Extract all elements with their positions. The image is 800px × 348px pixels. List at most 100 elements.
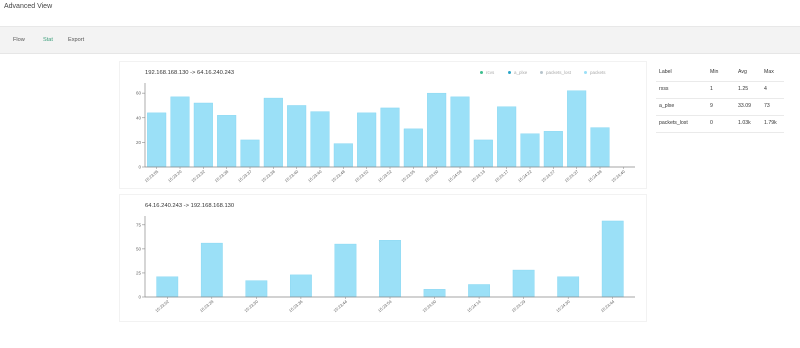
bar: [170, 96, 190, 168]
stats-cell: 0: [710, 120, 713, 126]
x-tick-label: 15:23:54: [377, 299, 393, 314]
bar-chart-inbound: 0 25 50 75 15:23:02 15:23:28 15:23:30 15:23:36 1…: [136, 216, 635, 314]
stats-cell: 33.09: [738, 103, 751, 109]
bar: [334, 243, 357, 298]
tab-bar: Flow Stat Export: [0, 26, 800, 54]
y-tick-label: 50: [136, 246, 142, 251]
stats-header-row: Label Min Avg Max: [656, 65, 784, 82]
stats-cell: 1.79k: [764, 120, 777, 126]
stats-row: a_plxe 9 33.09 73: [656, 99, 784, 116]
bar: [590, 127, 610, 168]
stats-cell: 73: [764, 103, 770, 109]
bar: [193, 102, 213, 168]
bar: [310, 111, 330, 168]
stats-cell: packets_lost: [659, 120, 688, 126]
x-tick-label: 15:23:48: [330, 169, 346, 184]
bar: [290, 274, 312, 298]
x-tick-label: 15:24:00: [421, 299, 437, 314]
stats-row: rxss 1 1.25 4: [656, 82, 784, 99]
bar: [379, 240, 401, 298]
stats-cell: a_plxe: [659, 103, 675, 109]
x-tick-label: 15:24:13: [470, 169, 486, 184]
stats-cell: 9: [710, 103, 713, 109]
bar: [567, 90, 587, 168]
stats-header-max: Max: [764, 69, 774, 75]
y-tick-label: 75: [136, 222, 142, 227]
stats-cell: 1: [710, 86, 713, 92]
bar: [601, 220, 624, 298]
bar: [520, 133, 540, 168]
title-bar: Advanced View: [0, 0, 800, 18]
bar: [200, 242, 223, 298]
y-tick-label: 60: [136, 91, 142, 96]
x-tick-label: 15:24:14: [466, 299, 482, 314]
bar: [557, 276, 580, 298]
bar: [147, 112, 167, 168]
bar: [468, 284, 490, 298]
y-tick-label: 0: [138, 295, 141, 300]
bar: [156, 276, 179, 298]
bar: [497, 106, 517, 168]
x-tick-label: 15:24:30: [555, 299, 571, 314]
x-tick-label: 15:23:32: [190, 169, 206, 184]
x-tick-label: 15:23:52: [377, 169, 393, 184]
x-tick-label: 15:24:00: [424, 169, 440, 184]
x-tick-label: 15:24:22: [517, 169, 533, 184]
tab-flow[interactable]: Flow: [13, 37, 25, 43]
stats-cell: 4: [764, 86, 767, 92]
x-tick-label: 15:24:27: [540, 169, 556, 184]
y-tick-label: 20: [136, 140, 142, 145]
bar-chart-outbound: 0 20 40 60 15:23:05 15:23:20 15:23:32 15:23:38 1…: [136, 83, 635, 184]
x-tick-label: 15:23:55: [400, 169, 416, 184]
bar: [423, 289, 446, 298]
stats-table: Label Min Avg Max rxss 1 1.25 4 a_plxe 9…: [656, 65, 784, 133]
tab-export[interactable]: Export: [68, 37, 84, 43]
x-tick-label: 15:23:37: [237, 169, 253, 184]
x-tick-label: 15:24:09: [447, 169, 463, 184]
x-tick-label: 15:23:52: [354, 169, 370, 184]
stats-header-min: Min: [710, 69, 719, 75]
x-tick-label: 15:24:29: [511, 299, 527, 314]
x-tick-label: 15:23:44: [332, 299, 348, 314]
bar: [217, 115, 237, 168]
x-tick-label: 15:23:05: [144, 169, 160, 184]
x-tick-label: 15:23:30: [243, 299, 259, 314]
stats-header-avg: Avg: [738, 69, 747, 75]
bar: [357, 112, 377, 168]
stats-row: packets_lost 0 1.03k 1.79k: [656, 116, 784, 133]
bar: [403, 128, 423, 168]
x-tick-label: 15:23:38: [260, 169, 276, 184]
bar: [450, 96, 470, 168]
x-tick-label: 15:24:44: [600, 299, 616, 314]
x-tick-label: 15:23:28: [199, 299, 215, 314]
x-tick-label: 15:24:37: [564, 169, 580, 184]
bar: [512, 269, 535, 298]
x-tick-label: 15:23:38: [214, 169, 230, 184]
bar: [240, 139, 260, 168]
x-tick-label: 15:24:17: [494, 169, 510, 184]
x-tick-label: 15:23:02: [154, 299, 170, 314]
stats-header-label: Label: [659, 69, 672, 75]
bar: [333, 143, 353, 168]
stats-cell: 1.03k: [738, 120, 751, 126]
bar: [380, 107, 400, 168]
y-tick-label: 25: [136, 270, 142, 275]
x-tick-label: 15:23:20: [167, 169, 183, 184]
bar: [245, 280, 268, 298]
bar: [543, 131, 563, 168]
bar: [263, 97, 283, 168]
x-tick-label: 15:23:40: [307, 169, 323, 184]
y-tick-label: 40: [136, 115, 142, 120]
bar: [427, 92, 447, 168]
x-tick-label: 15:24:38: [587, 169, 603, 184]
window-title: Advanced View: [4, 3, 53, 10]
x-tick-label: 15:24:40: [610, 169, 626, 184]
x-tick-label: 15:23:36: [288, 299, 304, 314]
stats-cell: rxss: [659, 86, 669, 92]
tab-stat[interactable]: Stat: [43, 37, 53, 43]
x-tick-label: 15:23:40: [284, 169, 300, 184]
stats-cell: 1.25: [738, 86, 749, 92]
bar: [287, 105, 307, 168]
y-tick-label: 0: [138, 165, 141, 170]
bar: [473, 139, 493, 168]
